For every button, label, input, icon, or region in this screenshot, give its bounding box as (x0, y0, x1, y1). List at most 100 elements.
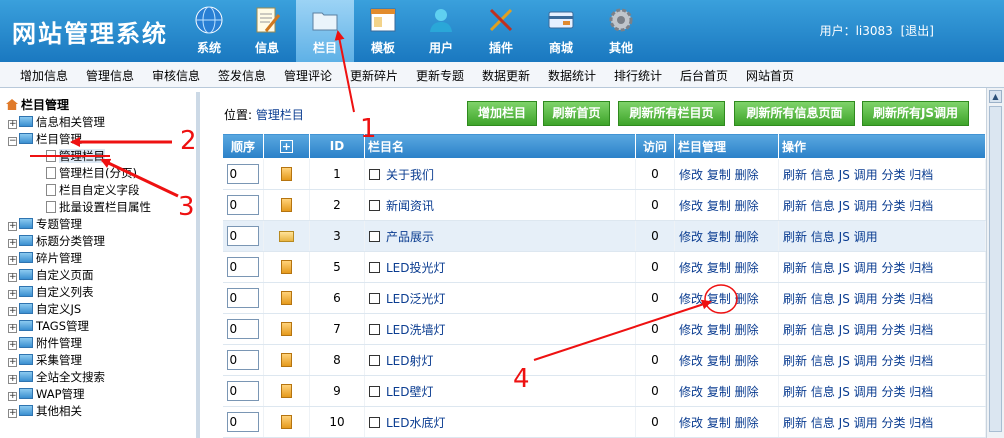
scroll-thumb[interactable] (989, 106, 1002, 432)
column-name-link[interactable]: LED壁灯 (386, 385, 434, 399)
row-checkbox[interactable] (369, 385, 380, 397)
manage-link[interactable]: 复制 (707, 292, 735, 306)
column-name-link[interactable]: 产品展示 (386, 230, 434, 244)
column-name-link[interactable]: LED水底灯 (386, 416, 446, 430)
subnav-link[interactable]: 网站首页 (746, 67, 794, 84)
expand-icon[interactable]: + (8, 341, 17, 350)
manage-link[interactable]: 复制 (707, 385, 735, 399)
action-button[interactable]: 刷新所有栏目页 (618, 101, 725, 126)
tree-node[interactable]: + 采集管理 (8, 352, 82, 369)
op-link[interactable]: 分类 (881, 261, 909, 275)
logout-link[interactable]: [退出] (901, 24, 934, 38)
row-checkbox[interactable] (369, 416, 380, 428)
tree-node[interactable]: + 自定义页面 (8, 267, 94, 284)
subnav-link[interactable]: 签发信息 (218, 67, 266, 84)
op-link[interactable]: 信息 (811, 292, 839, 306)
expand-icon[interactable]: + (8, 239, 17, 248)
manage-link[interactable]: 修改 (679, 230, 707, 244)
collapse-icon[interactable]: − (8, 137, 17, 146)
subnav-link[interactable]: 审核信息 (152, 67, 200, 84)
action-button[interactable]: 刷新所有信息页面 (734, 101, 855, 126)
manage-link[interactable]: 修改 (679, 168, 707, 182)
nav-window[interactable]: 模板 (354, 0, 412, 62)
manage-link[interactable]: 删除 (735, 354, 759, 368)
op-link[interactable]: JS 调用 (839, 230, 878, 244)
op-link[interactable]: 刷新 (783, 323, 811, 337)
manage-link[interactable]: 修改 (679, 416, 707, 430)
expand-icon[interactable]: + (8, 324, 17, 333)
order-input[interactable]: 0 (226, 195, 259, 215)
manage-link[interactable]: 删除 (735, 261, 759, 275)
tree-node[interactable]: + 全站全文搜索 (8, 369, 105, 386)
breadcrumb-link[interactable]: 管理栏目 (256, 108, 304, 122)
subnav-link[interactable]: 后台首页 (680, 67, 728, 84)
subnav-link[interactable]: 管理评论 (284, 67, 332, 84)
column-name-link[interactable]: LED投光灯 (386, 261, 446, 275)
order-input[interactable]: 0 (226, 257, 259, 277)
row-checkbox[interactable] (369, 168, 380, 180)
expand-all-icon[interactable]: + (280, 140, 293, 153)
manage-link[interactable]: 删除 (735, 416, 759, 430)
manage-link[interactable]: 删除 (735, 385, 759, 399)
row-checkbox[interactable] (369, 261, 380, 273)
nav-card[interactable]: 商城 (532, 0, 590, 62)
order-input[interactable]: 0 (226, 226, 259, 246)
action-button[interactable]: 增加栏目 (467, 101, 537, 126)
op-link[interactable]: JS 调用 (839, 354, 882, 368)
op-link[interactable]: 刷新 (783, 385, 811, 399)
manage-link[interactable]: 修改 (679, 385, 707, 399)
expand-icon[interactable]: + (8, 358, 17, 367)
subnav-link[interactable]: 数据统计 (548, 67, 596, 84)
tree-node[interactable]: + 标题分类管理 (8, 233, 105, 250)
tree-leaf[interactable]: 管理栏目 (46, 148, 105, 165)
column-name-link[interactable]: LED洗墙灯 (386, 323, 446, 337)
op-link[interactable]: JS 调用 (839, 385, 882, 399)
subnav-link[interactable]: 排行统计 (614, 67, 662, 84)
op-link[interactable]: JS 调用 (839, 416, 882, 430)
manage-link[interactable]: 删除 (735, 292, 759, 306)
op-link[interactable]: JS 调用 (839, 261, 882, 275)
op-link[interactable]: 分类 (881, 168, 909, 182)
manage-link[interactable]: 复制 (707, 230, 735, 244)
op-link[interactable]: 分类 (881, 292, 909, 306)
tree-leaf[interactable]: 管理栏目(分页) (46, 165, 137, 182)
expand-icon[interactable]: + (8, 375, 17, 384)
tree-node[interactable]: + 其他相关 (8, 403, 82, 420)
manage-link[interactable]: 复制 (707, 168, 735, 182)
op-link[interactable]: 信息 (811, 230, 839, 244)
tree-node[interactable]: + 附件管理 (8, 335, 82, 352)
subnav-link[interactable]: 更新碎片 (350, 67, 398, 84)
manage-link[interactable]: 修改 (679, 292, 707, 306)
nav-gear[interactable]: 其他 (592, 0, 650, 62)
op-link[interactable]: 信息 (811, 168, 839, 182)
tree-leaf[interactable]: 栏目自定义字段 (46, 182, 140, 199)
subnav-link[interactable]: 数据更新 (482, 67, 530, 84)
op-link[interactable]: 分类 (881, 199, 909, 213)
column-name-link[interactable]: 关于我们 (386, 168, 434, 182)
column-name-link[interactable]: 新闻资讯 (386, 199, 434, 213)
tree-node[interactable]: + 碎片管理 (8, 250, 82, 267)
action-button[interactable]: 刷新首页 (543, 101, 610, 126)
subnav-link[interactable]: 管理信息 (86, 67, 134, 84)
op-link[interactable]: 归档 (909, 385, 933, 399)
op-link[interactable]: 分类 (881, 416, 909, 430)
tree-node[interactable]: + WAP管理 (8, 386, 85, 403)
nav-folder[interactable]: 栏目 (296, 0, 354, 62)
column-name-link[interactable]: LED泛光灯 (386, 292, 446, 306)
manage-link[interactable]: 修改 (679, 261, 707, 275)
op-link[interactable]: JS 调用 (839, 323, 882, 337)
manage-link[interactable]: 修改 (679, 354, 707, 368)
op-link[interactable]: 刷新 (783, 199, 811, 213)
tree-node[interactable]: + 专题管理 (8, 216, 82, 233)
manage-link[interactable]: 复制 (707, 416, 735, 430)
expand-icon[interactable]: + (8, 392, 17, 401)
order-input[interactable]: 0 (226, 288, 259, 308)
header-expand[interactable]: + (263, 133, 310, 159)
nav-tools[interactable]: 插件 (472, 0, 530, 62)
order-input[interactable]: 0 (226, 164, 259, 184)
op-link[interactable]: 信息 (811, 261, 839, 275)
op-link[interactable]: 刷新 (783, 230, 811, 244)
op-link[interactable]: 刷新 (783, 168, 811, 182)
expand-icon[interactable]: + (8, 222, 17, 231)
action-button[interactable]: 刷新所有JS调用 (862, 101, 969, 126)
